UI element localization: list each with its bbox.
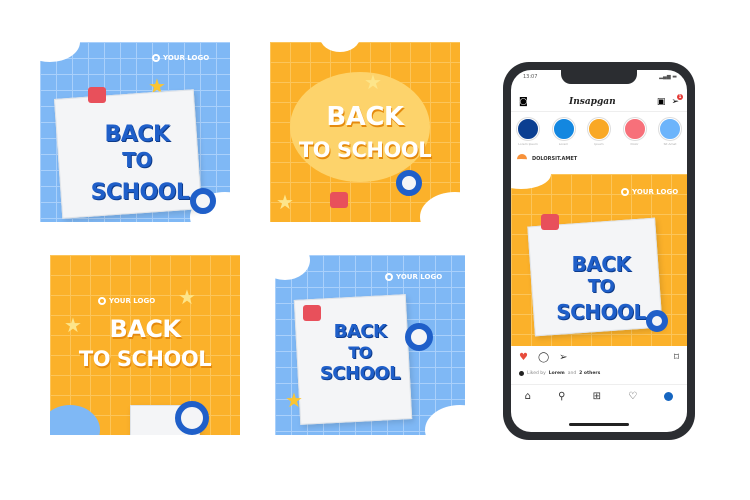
logo: YOUR LOGO	[152, 54, 209, 62]
story-item[interactable]: Sit Amet	[659, 118, 681, 146]
tape-roll-icon	[175, 401, 209, 435]
liked-by-text: Liked by Lorem and 2 others	[519, 371, 600, 376]
tape-roll-icon	[190, 188, 216, 214]
title-line-1: BACK	[109, 315, 181, 343]
story-item[interactable]: Dolor	[623, 118, 646, 146]
phone-notch	[561, 70, 637, 84]
post-template-1: YOUR LOGO ★ BACK TO SCHOOL	[40, 42, 230, 222]
comment-icon[interactable]: ◯	[538, 352, 549, 363]
phone-mockup: 13:07 ▂▄▆ ▬ ◙ Insapgan ▣ ➢ 1 Lorem Ipsum …	[503, 62, 695, 440]
title-line-3: SCHOOL	[319, 363, 401, 384]
post-template-2: ★ ★ BACK TO SCHOOL	[270, 42, 460, 222]
title-line-2: TO	[348, 343, 372, 362]
post-template-3: YOUR LOGO ★ ★ BACK TO SCHOOL	[50, 255, 240, 435]
binder-clip-icon	[303, 305, 321, 321]
logo: YOUR LOGO	[621, 188, 678, 196]
home-icon[interactable]: ⌂	[525, 391, 531, 402]
star-icon: ★	[364, 70, 382, 94]
title-line-2: TO SCHOOL	[78, 347, 212, 371]
camera-icon[interactable]: ◙	[519, 97, 528, 107]
story-item[interactable]: Lorem	[552, 118, 575, 146]
feed-post-image[interactable]: YOUR LOGO BACK TO SCHOOL	[511, 159, 687, 346]
star-icon: ★	[276, 190, 294, 214]
send-icon[interactable]: ➢	[559, 352, 567, 363]
title-line-1: BACK	[104, 122, 171, 147]
logo-icon	[98, 297, 106, 305]
app-header: ◙ Insapgan ▣ ➢ 1	[511, 92, 687, 112]
signal-battery-icon: ▂▄▆ ▬	[659, 74, 677, 80]
home-indicator	[569, 423, 629, 426]
tape-roll-icon	[646, 310, 668, 332]
bookmark-icon[interactable]: ⌑	[674, 352, 679, 363]
logo-icon	[621, 188, 629, 196]
activity-heart-icon[interactable]: ♡	[628, 391, 637, 402]
title-line-2: TO SCHOOL	[298, 138, 432, 162]
liker-avatar	[519, 371, 524, 376]
post-actions: ♥ ◯ ➢ ⌑	[519, 352, 679, 363]
title-line-1: BACK	[333, 321, 387, 342]
add-icon[interactable]: ⊞	[593, 391, 601, 402]
bottom-nav: ⌂ ⚲ ⊞ ♡	[511, 384, 687, 408]
stories-row: Lorem Ipsum Lorem Ipsum Dolor Sit Amet	[517, 118, 681, 146]
tv-icon[interactable]: ▣	[657, 97, 666, 107]
title-line-3: SCHOOL	[90, 180, 190, 205]
post-template-4: YOUR LOGO BACK TO SCHOOL ★	[275, 255, 465, 435]
binder-clip-icon	[541, 214, 559, 230]
logo-icon	[385, 273, 393, 281]
search-icon[interactable]: ⚲	[558, 391, 565, 402]
app-title: Insapgan	[569, 96, 616, 107]
tape-roll-icon	[405, 323, 433, 351]
notification-badge: 1	[676, 93, 683, 100]
logo: YOUR LOGO	[385, 273, 442, 281]
title-line-1: BACK	[326, 102, 404, 132]
heart-icon[interactable]: ♥	[519, 352, 528, 363]
status-time: 13:07	[523, 74, 538, 80]
profile-icon[interactable]	[664, 392, 674, 401]
story-item[interactable]: Lorem Ipsum	[517, 118, 539, 146]
star-icon: ★	[285, 388, 303, 412]
send-icon[interactable]: ➢ 1	[671, 93, 683, 107]
star-icon: ★	[178, 285, 196, 309]
binder-clip-icon	[330, 192, 348, 208]
phone-screen: 13:07 ▂▄▆ ▬ ◙ Insapgan ▣ ➢ 1 Lorem Ipsum …	[511, 70, 687, 432]
tape-roll-icon	[396, 170, 422, 196]
story-item[interactable]: Ipsum	[588, 118, 610, 146]
binder-clip-icon	[88, 87, 106, 103]
logo-icon	[152, 54, 160, 62]
logo: YOUR LOGO	[98, 297, 155, 305]
title-line-2: TO	[122, 148, 152, 172]
